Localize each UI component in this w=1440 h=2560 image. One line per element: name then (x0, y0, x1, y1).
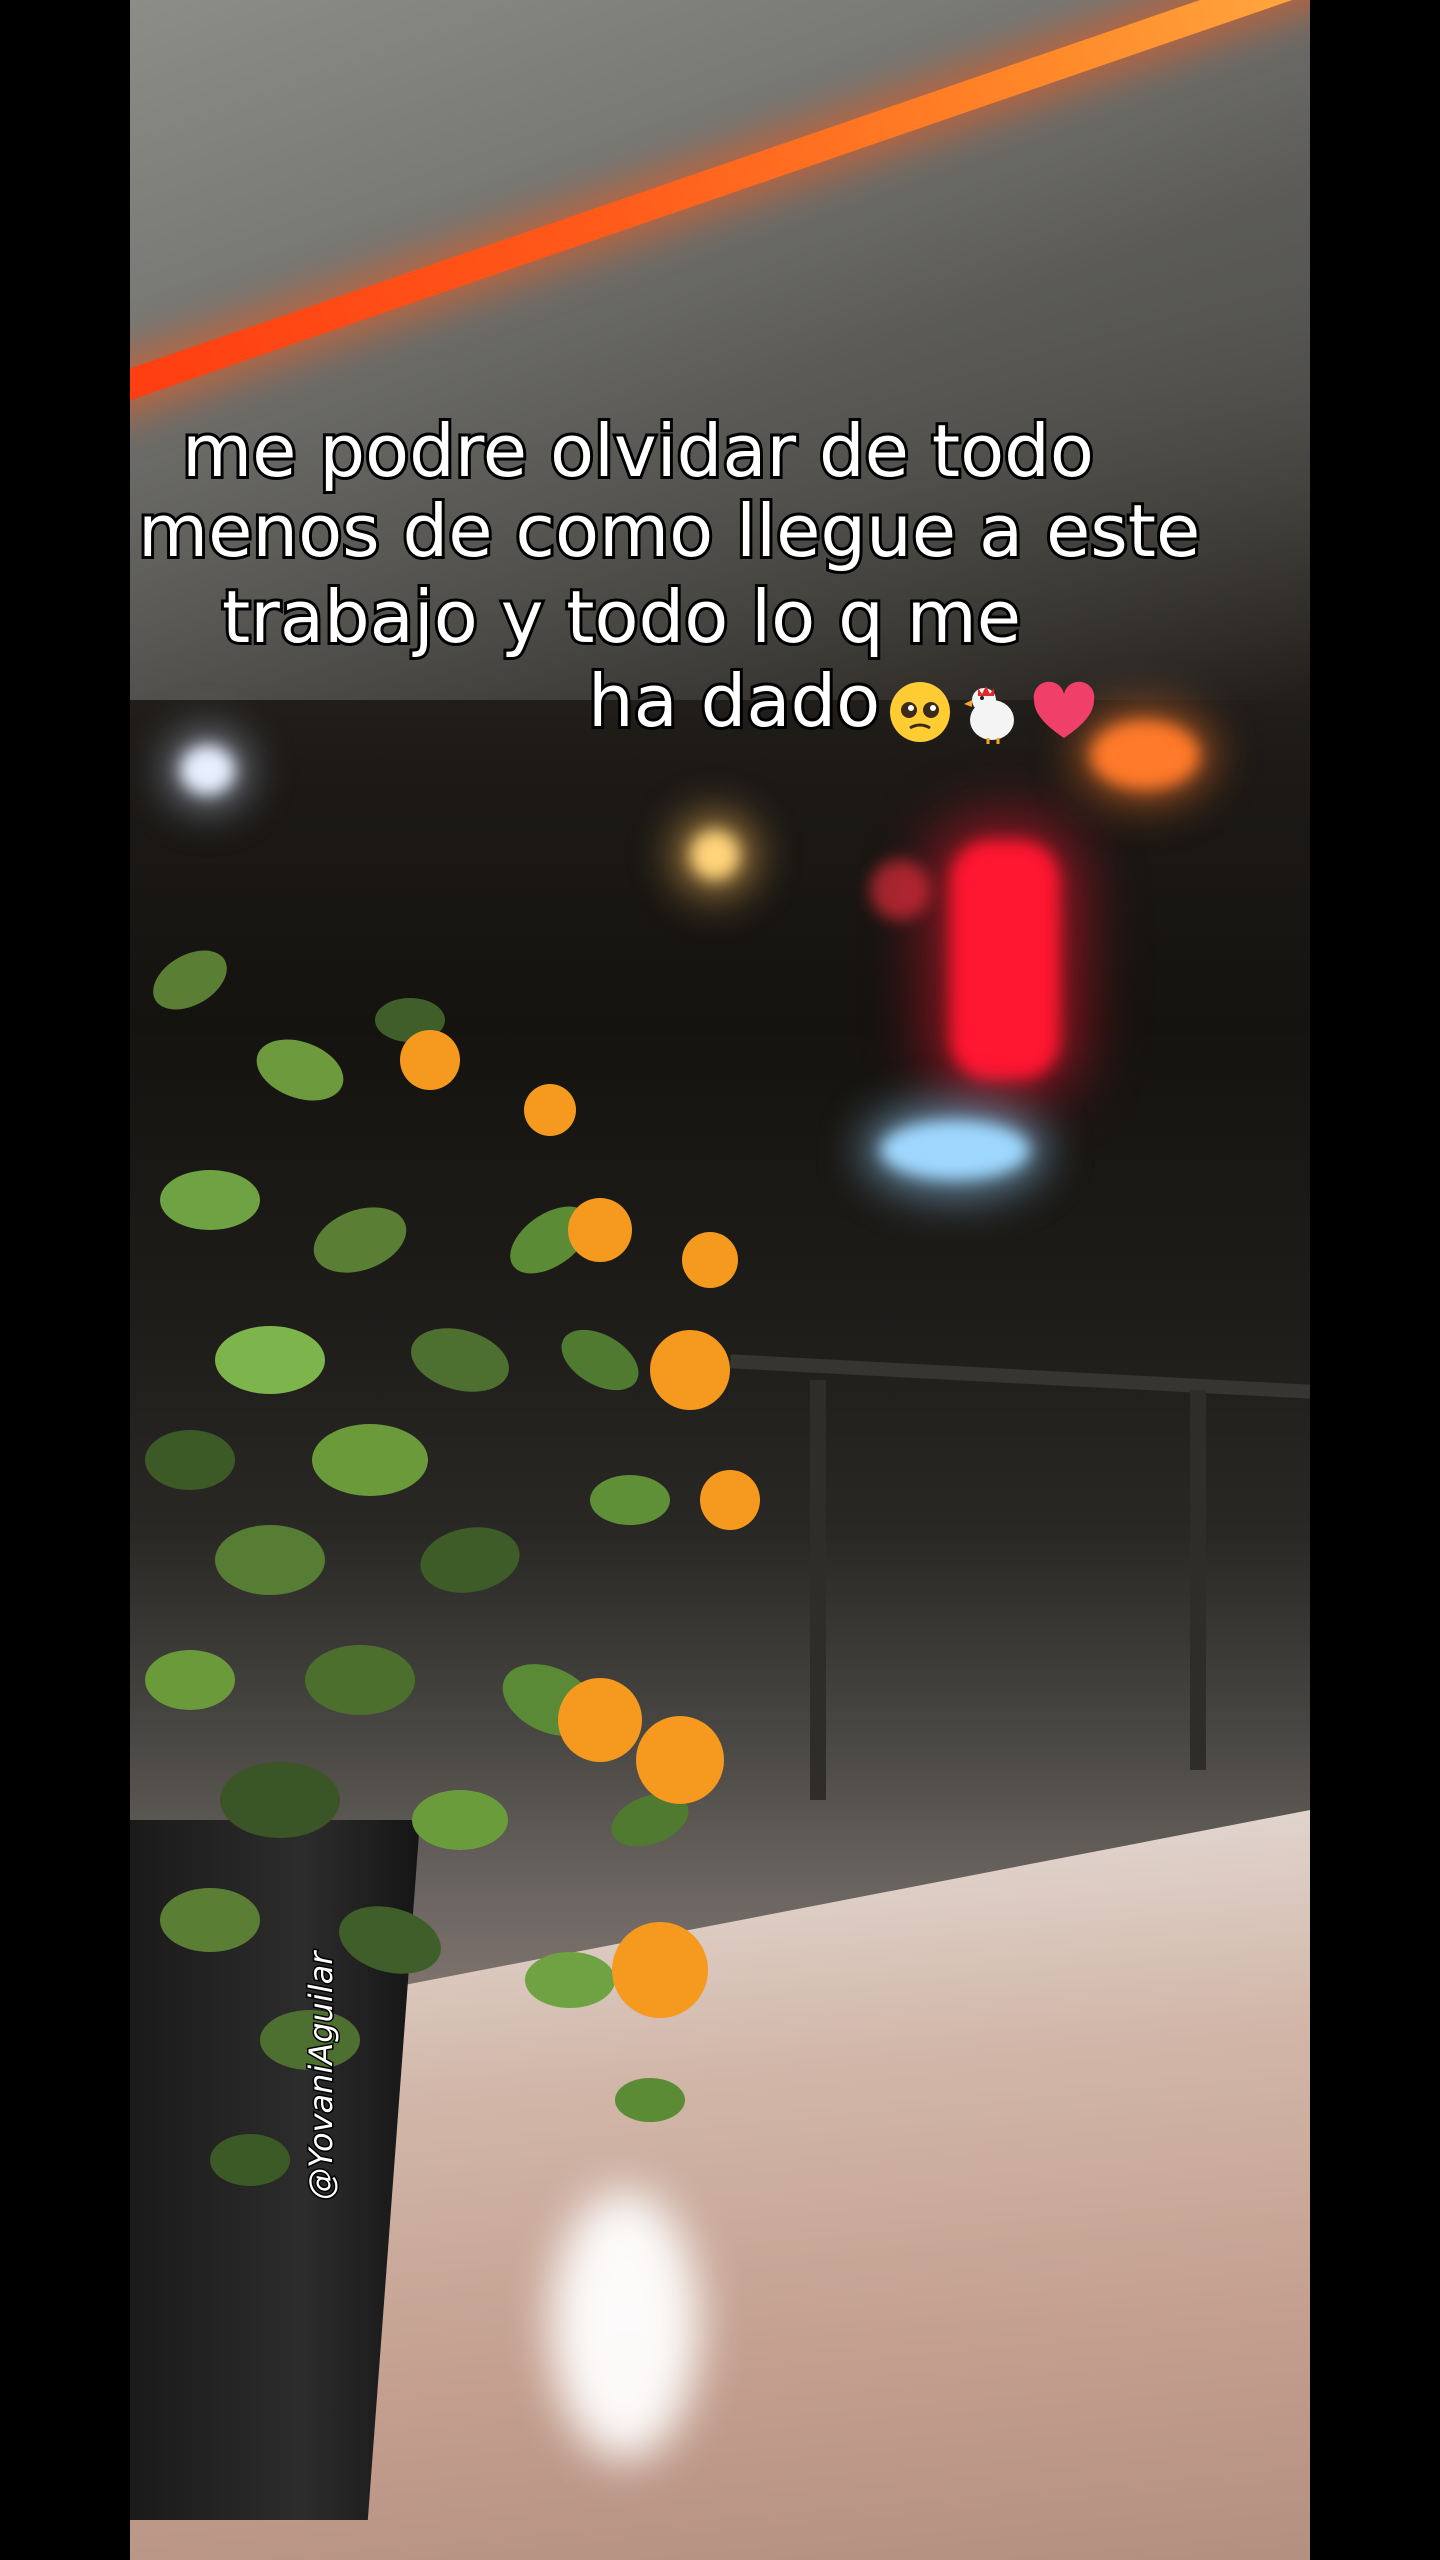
pleading-face-icon (890, 681, 951, 742)
railing-post (1190, 1390, 1206, 1770)
caption-line-4: ha dado (585, 657, 1102, 747)
rooster-icon (964, 685, 1015, 744)
bokeh-light (870, 860, 930, 920)
caption-line-3: trabajo y todo lo q me (219, 573, 1024, 661)
bokeh-light (880, 1120, 1030, 1180)
bokeh-light (690, 830, 740, 880)
caption-line-1: me podre olvidar de todo (179, 407, 1097, 495)
caption-overlay: me podre olvidar de todo menos de como l… (0, 0, 1440, 800)
bokeh-red-sign (950, 840, 1060, 1080)
emoji-row (886, 665, 1102, 747)
potted-plant (145, 950, 760, 2186)
watermark: @YovaniAguilar (301, 1950, 342, 2201)
caption-line-4-text: ha dado (585, 657, 883, 745)
caption-line-2: menos de como llegue a este (135, 487, 1203, 575)
heart-icon (1033, 681, 1095, 738)
